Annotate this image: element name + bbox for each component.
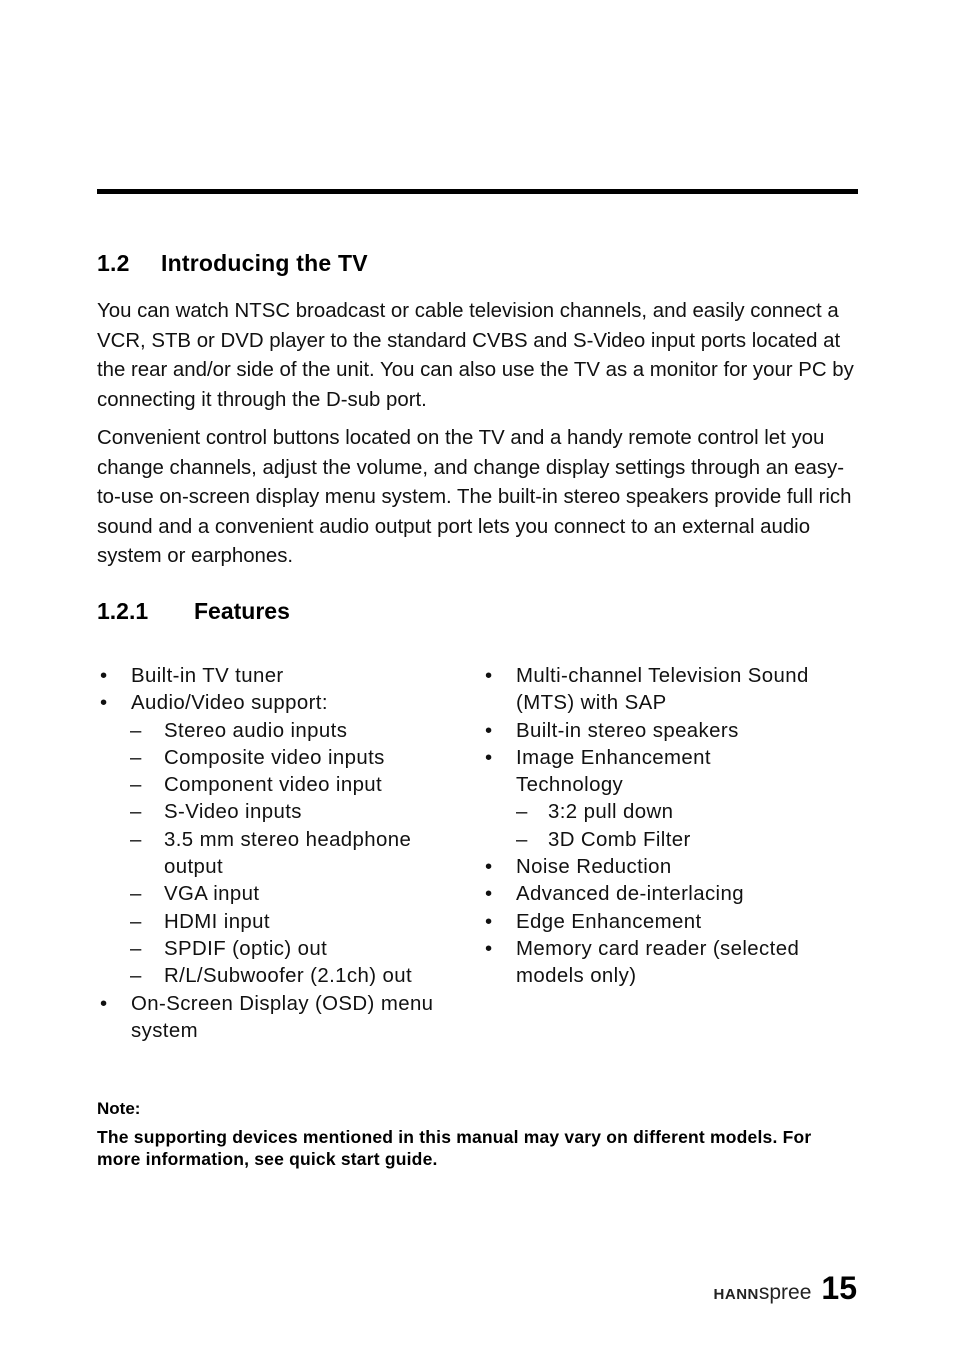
dash-icon: –: [130, 965, 142, 988]
bullet-icon: •: [485, 746, 493, 769]
page-number: 15: [821, 1270, 857, 1306]
dash-icon: –: [516, 801, 528, 824]
feature-subitem: –3:2 pull down: [482, 799, 862, 826]
features-list-right: • Multi-channel Television Sound (MTS) wi…: [482, 663, 862, 991]
dash-icon: –: [130, 746, 142, 769]
bullet-icon: •: [485, 937, 493, 960]
feature-item: • Multi-channel Television Sound (MTS) wi…: [485, 665, 809, 715]
bullet-icon: •: [100, 665, 108, 687]
intro-paragraph-1: You can watch NTSC broadcast or cable te…: [97, 300, 854, 411]
brand-logo: HANNspree: [713, 1281, 812, 1304]
dash-icon: –: [130, 937, 142, 960]
bullet-icon: •: [100, 992, 108, 1015]
feature-item: • Advanced de-interlacing: [482, 881, 862, 908]
page-footer: HANNspree 15: [714, 1270, 857, 1307]
dash-icon: –: [130, 719, 142, 742]
section-title: Introducing the TV: [161, 250, 368, 276]
dash-icon: –: [130, 828, 142, 851]
feature-item: • Built-in TV tuner: [97, 663, 477, 690]
subsection-title: Features: [194, 598, 290, 624]
dash-icon: –: [130, 883, 142, 906]
features-list-left: • Built-in TV tuner • Audio/Video support:…: [97, 663, 477, 1045]
bullet-icon: •: [485, 856, 493, 879]
note-label: Note:: [97, 1099, 141, 1118]
section-number: 1.2: [97, 250, 130, 276]
feature-item: • Edge Enhancement: [482, 909, 862, 936]
section-heading: 1.2 Introducing the TV: [97, 250, 368, 277]
feature-item: • Audio/Video support:: [97, 690, 477, 717]
bullet-icon: •: [485, 665, 493, 687]
subsection-number: 1.2.1: [97, 598, 149, 624]
feature-subitem: –3D Comb Filter: [482, 827, 862, 854]
dash-icon: –: [130, 801, 142, 824]
feature-subitem: – S-Video inputs: [97, 799, 477, 826]
feature-subitem: – Composite video inputs: [97, 745, 477, 772]
bullet-icon: •: [485, 910, 493, 933]
intro-paragraph-2: Convenient control buttons located on th…: [97, 427, 852, 567]
bullet-icon: •: [485, 719, 493, 742]
bullet-icon: •: [100, 692, 108, 715]
subsection-heading: 1.2.1 Features: [97, 598, 290, 625]
feature-item: • Memory card reader (selected models onl…: [485, 937, 800, 988]
feature-subitem: – SPDIF (optic) out: [97, 936, 477, 963]
note-text: The supporting devices mentioned in this…: [97, 1127, 812, 1169]
feature-subitem: – Component video input: [97, 772, 477, 799]
feature-item: • Built-in stereo speakers: [482, 718, 862, 745]
dash-icon: –: [130, 910, 142, 933]
feature-subitem: – HDMI input: [97, 909, 477, 936]
feature-subitem: – R/L/Subwoofer (2.1ch) out: [97, 963, 477, 990]
feature-item: • Noise Reduction: [482, 854, 862, 881]
bullet-icon: •: [485, 883, 493, 906]
header-rule: [97, 189, 858, 194]
feature-item: • Image Enhancement Technology: [485, 746, 711, 797]
feature-item: • On-Screen Display (OSD) menu system: [100, 992, 434, 1042]
dash-icon: –: [516, 828, 528, 851]
dash-icon: –: [130, 774, 142, 797]
feature-subitem: – Stereo audio inputs: [97, 718, 477, 745]
feature-subitem: – VGA input: [97, 881, 477, 908]
feature-subitem: –3.5 mm stereo headphone output: [130, 828, 412, 879]
